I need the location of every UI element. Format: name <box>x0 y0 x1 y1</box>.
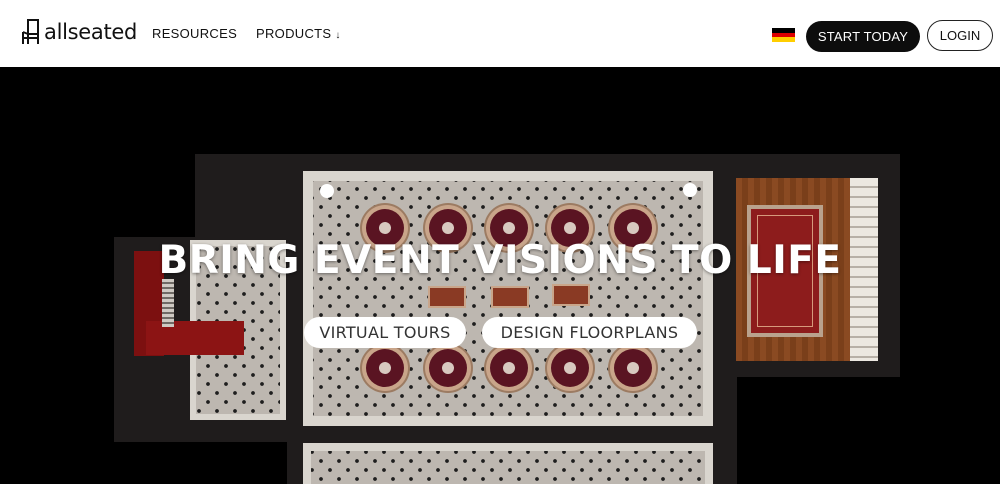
banquet-table <box>491 286 529 308</box>
germany-flag-icon[interactable] <box>772 28 795 43</box>
nav-products-label: PRODUCTS <box>256 26 332 41</box>
down-arrow-icon: ↓ <box>335 30 341 41</box>
virtual-tours-button[interactable]: VIRTUAL TOURS <box>304 317 466 348</box>
round-table <box>366 349 404 387</box>
floorplan-bottom-room <box>303 443 713 484</box>
ceiling-light <box>320 184 334 198</box>
logo-text: allseated <box>44 19 138 44</box>
login-button[interactable]: LOGIN <box>927 20 993 51</box>
round-table <box>490 349 528 387</box>
site-header: allseated RESOURCES PRODUCTS ↓ START TODA… <box>0 0 1000 67</box>
hero-section: BRING EVENT VISIONS TO LIFE VIRTUAL TOUR… <box>0 67 1000 484</box>
allseated-logo[interactable]: allseated <box>20 17 137 47</box>
nav-resources-label: RESOURCES <box>152 26 238 41</box>
banquet-table <box>552 284 590 306</box>
ceiling-light <box>683 183 697 197</box>
round-table <box>614 349 652 387</box>
design-floorplans-button[interactable]: DESIGN FLOORPLANS <box>482 317 697 348</box>
stair-railing <box>162 279 174 327</box>
banquet-table <box>428 286 466 308</box>
start-today-button[interactable]: START TODAY <box>806 21 920 52</box>
nav-products[interactable]: PRODUCTS ↓ <box>256 26 341 41</box>
round-table <box>551 349 589 387</box>
round-table <box>429 349 467 387</box>
hero-title: BRING EVENT VISIONS TO LIFE <box>158 238 842 283</box>
nav-resources[interactable]: RESOURCES <box>152 26 237 41</box>
chair-logo-icon <box>22 19 39 44</box>
red-carpet <box>146 321 244 355</box>
